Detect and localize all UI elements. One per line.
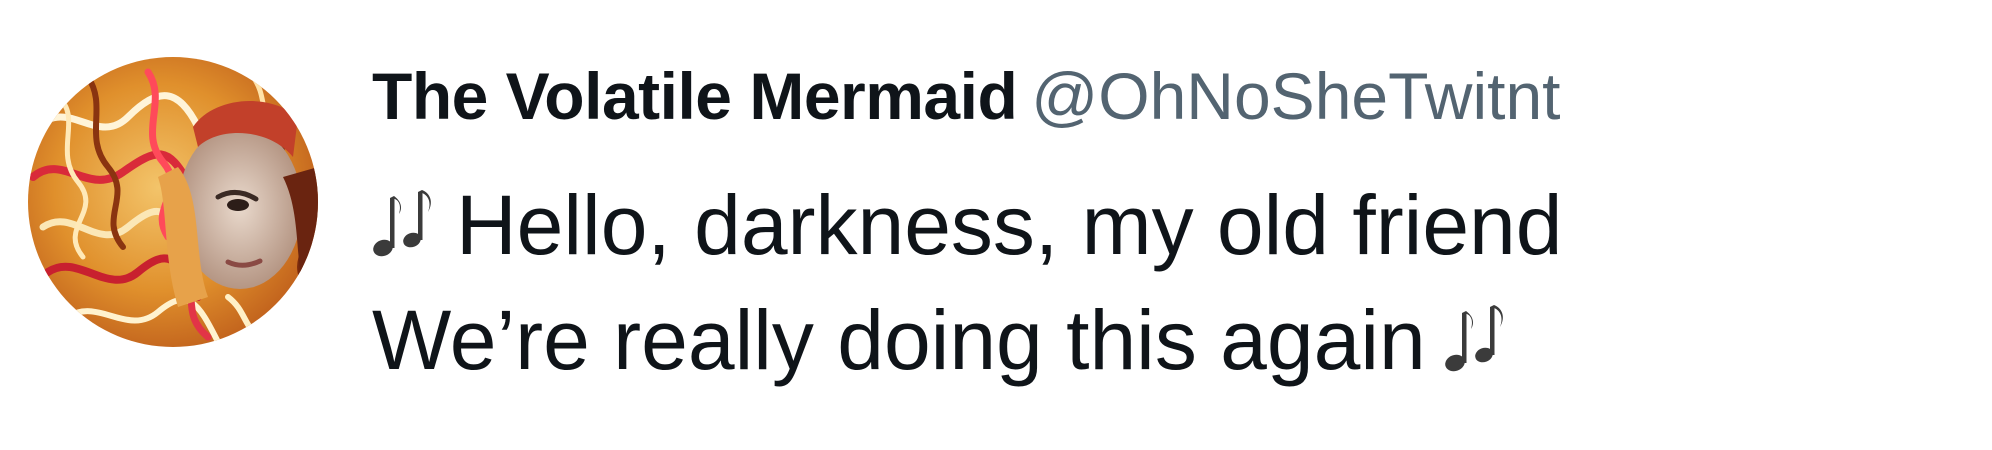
user-handle[interactable]: @OhNoSheTwitnt [1031, 59, 1560, 133]
tweet: The Volatile Mermaid @OhNoSheTwitnt Hello… [0, 0, 1992, 450]
tweet-line-2-text: We’re really doing this again [372, 293, 1426, 387]
musical-notes-icon [1444, 299, 1508, 377]
tweet-header: The Volatile Mermaid @OhNoSheTwitnt [372, 46, 1561, 146]
musical-notes-icon [372, 184, 436, 262]
avatar[interactable] [28, 57, 318, 347]
display-name[interactable]: The Volatile Mermaid [372, 59, 1018, 133]
avatar-image [28, 57, 318, 347]
tweet-line-1: Hello, darkness, my old friend [372, 168, 1562, 283]
tweet-line-2: We’re really doing this again [372, 283, 1562, 398]
tweet-text: Hello, darkness, my old friend We’re rea… [372, 168, 1562, 398]
tweet-line-1-text: Hello, darkness, my old friend [456, 178, 1563, 272]
